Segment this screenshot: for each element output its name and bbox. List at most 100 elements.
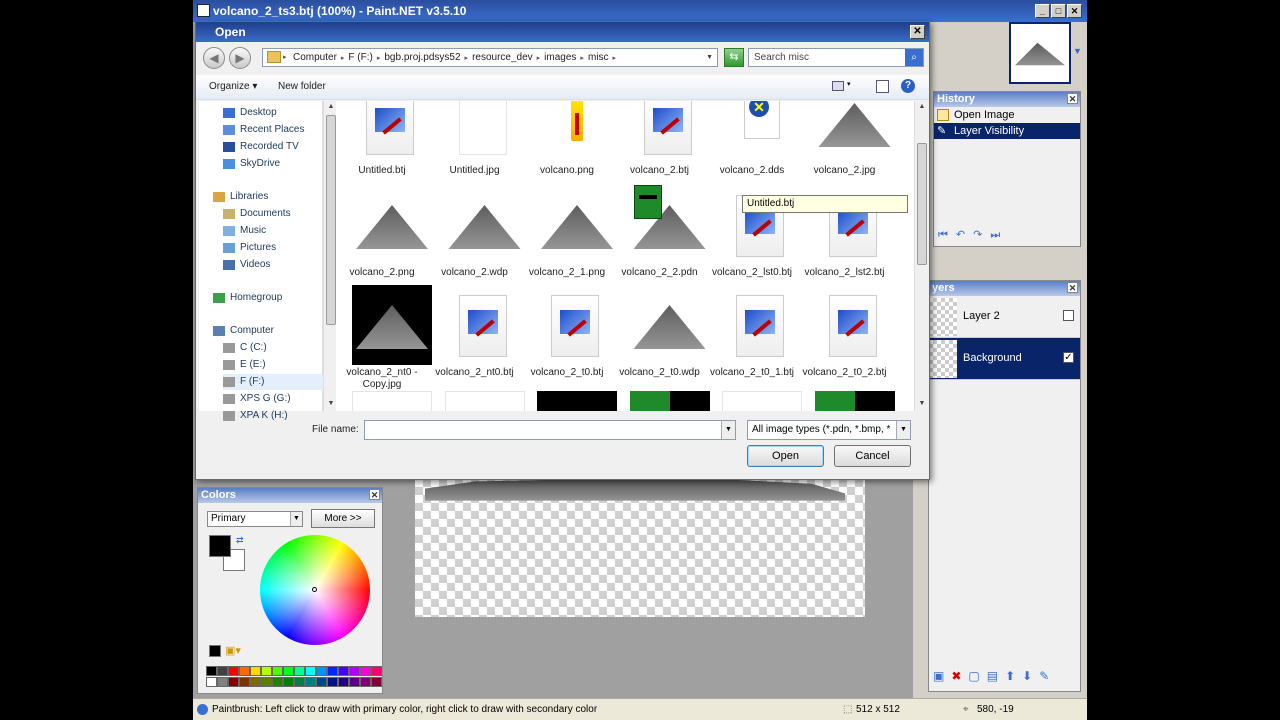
nav-item-computer[interactable]: Computer [213, 323, 323, 339]
palette-swatch[interactable] [228, 666, 239, 676]
back-button[interactable]: ◀ [203, 47, 225, 69]
help-icon[interactable]: ? [901, 79, 915, 93]
nav-item-recent-places[interactable]: Recent Places [223, 122, 323, 138]
file-item[interactable]: volcano_2_nt0 - Copy.jpg [336, 285, 432, 390]
palette-swatch[interactable] [316, 666, 327, 676]
palette-swatch[interactable] [239, 666, 250, 676]
palette-menu-icon[interactable]: ▣▾ [225, 644, 241, 657]
file-item[interactable]: volcano_2_t0_2.btj [799, 285, 891, 385]
search-input[interactable]: Search misc ⌕ [748, 48, 924, 67]
colors-close-icon[interactable]: ✕ [369, 489, 380, 500]
palette-swatch[interactable] [294, 666, 305, 676]
palette-swatch[interactable] [217, 666, 228, 676]
palette-swatch[interactable] [283, 677, 294, 687]
breadcrumb-separator-icon[interactable]: ▸ [377, 55, 381, 62]
palette-swatch[interactable] [371, 666, 382, 676]
file-item[interactable]: volcano_2.wdp [429, 185, 521, 285]
palette-swatch[interactable] [261, 677, 272, 687]
open-button[interactable]: Open [747, 445, 824, 467]
file-item[interactable]: volcano_2_1.png [521, 185, 613, 285]
palette-swatch[interactable] [217, 677, 228, 687]
background-visibility-checkbox[interactable]: ✓ [1063, 352, 1074, 363]
palette-swatch[interactable] [239, 677, 250, 687]
grid-scroll-up-icon[interactable]: ▲ [916, 101, 928, 113]
palette-swatch[interactable] [294, 677, 305, 687]
new-folder-button[interactable]: New folder [278, 81, 326, 92]
file-item[interactable]: volcano_2_2.pdn [614, 185, 706, 285]
refresh-icon[interactable]: ⇆ [724, 48, 744, 67]
file-grid-scrollbar[interactable]: ▲ ▼ [914, 101, 928, 411]
file-name-dropdown-icon[interactable]: ▼ [721, 421, 735, 439]
color-mode-select[interactable]: Primary ▼ [207, 511, 303, 527]
nav-item-recorded-tv[interactable]: Recorded TV [223, 139, 323, 155]
nav-item-homegroup[interactable]: Homegroup [213, 290, 323, 306]
nav-item-libraries[interactable]: Libraries [213, 189, 323, 205]
grid-scroll-thumb[interactable] [917, 143, 927, 265]
preview-pane-icon[interactable] [876, 80, 889, 93]
breadcrumb[interactable]: Computer ▸ F (F:) ▸ bgb.proj.pdsys52 ▸ resourc… [293, 52, 620, 63]
breadcrumb-separator-icon[interactable]: ▸ [613, 55, 617, 62]
palette-swatch[interactable] [349, 666, 360, 676]
maximize-button[interactable]: □ [1051, 4, 1066, 18]
primary-color-swatch[interactable] [209, 535, 231, 557]
layers-toolbar-icons[interactable]: ▣✖▢▤⬆⬇✎ [933, 669, 1056, 683]
breadcrumb-item[interactable]: Computer [293, 52, 337, 63]
palette-swatch[interactable] [206, 677, 217, 687]
address-dropdown-icon[interactable]: ▼ [706, 49, 713, 66]
color-palette[interactable] [206, 666, 382, 688]
palette-swatch[interactable] [316, 677, 327, 687]
image-thumbnail[interactable] [1009, 22, 1071, 84]
address-bar[interactable]: ▸ Computer ▸ F (F:) ▸ bgb.proj.pdsys52 ▸ resou… [262, 48, 718, 67]
file-item-partial[interactable] [352, 391, 432, 411]
palette-swatch[interactable] [272, 677, 283, 687]
palette-swatch[interactable] [250, 677, 261, 687]
nav-scroll-thumb[interactable] [326, 115, 336, 325]
nav-item-music[interactable]: Music [223, 223, 323, 239]
palette-swatch[interactable] [327, 677, 338, 687]
nav-item-xpa-k-h[interactable]: XPA K (H:) [223, 408, 323, 424]
breadcrumb-item[interactable]: misc [588, 52, 609, 63]
palette-swatch[interactable] [371, 677, 382, 687]
close-button[interactable]: ✕ [1067, 4, 1082, 18]
history-item-layer-visibility[interactable]: ✎ Layer Visibility [934, 123, 1080, 139]
color-wheel[interactable] [260, 535, 370, 645]
breadcrumb-separator-icon[interactable]: ▸ [537, 55, 541, 62]
layers-close-icon[interactable]: ✕ [1067, 282, 1078, 293]
file-item[interactable]: Untitled.btj [336, 101, 428, 183]
file-item[interactable]: ✕ volcano_2.dds [706, 101, 798, 183]
breadcrumb-item[interactable]: resource_dev [472, 52, 533, 63]
breadcrumb-item[interactable]: F (F:) [348, 52, 372, 63]
layer-row-layer2[interactable]: Layer 2 [929, 296, 1080, 338]
file-item[interactable]: volcano_2.btj [614, 101, 706, 183]
minimize-button[interactable]: _ [1035, 4, 1050, 18]
layer-row-background[interactable]: Background ✓ [929, 338, 1080, 380]
palette-swatch[interactable] [206, 666, 217, 676]
file-item-partial[interactable] [444, 391, 525, 411]
breadcrumb-separator-icon[interactable]: ▸ [341, 55, 345, 62]
palette-swatch[interactable] [250, 666, 261, 676]
palette-swatch[interactable] [272, 666, 283, 676]
history-close-icon[interactable]: ✕ [1067, 93, 1078, 104]
file-item[interactable]: volcano_2_t0_1.btj [706, 285, 798, 385]
forward-button[interactable]: ▶ [229, 47, 251, 69]
nav-item-pictures[interactable]: Pictures [223, 240, 323, 256]
file-item[interactable]: volcano_2_t0.wdp [614, 285, 706, 385]
palette-swatch[interactable] [305, 666, 316, 676]
palette-swatch[interactable] [283, 666, 294, 676]
palette-swatch[interactable] [349, 677, 360, 687]
breadcrumb-separator-icon[interactable]: ▸ [580, 55, 584, 62]
nav-item-documents[interactable]: Documents [223, 206, 323, 222]
search-icon[interactable]: ⌕ [905, 49, 923, 66]
file-item-partial[interactable] [814, 391, 895, 411]
file-item[interactable]: volcano.png [521, 101, 613, 183]
thumbnail-dropdown-icon[interactable]: ▼ [1073, 46, 1082, 56]
nav-item-skydrive[interactable]: SkyDrive [223, 156, 323, 172]
file-item[interactable]: volcano_2.png [336, 185, 428, 285]
grid-scroll-down-icon[interactable]: ▼ [916, 398, 928, 410]
view-options-icon[interactable] [832, 81, 844, 91]
file-type-dropdown-icon[interactable]: ▼ [896, 421, 910, 439]
nav-item-c-c[interactable]: C (C:) [223, 340, 323, 356]
file-item[interactable]: volcano_2_nt0.btj [429, 285, 521, 385]
file-item-partial[interactable] [537, 391, 617, 411]
organize-menu[interactable]: Organize ▾ [209, 81, 257, 92]
